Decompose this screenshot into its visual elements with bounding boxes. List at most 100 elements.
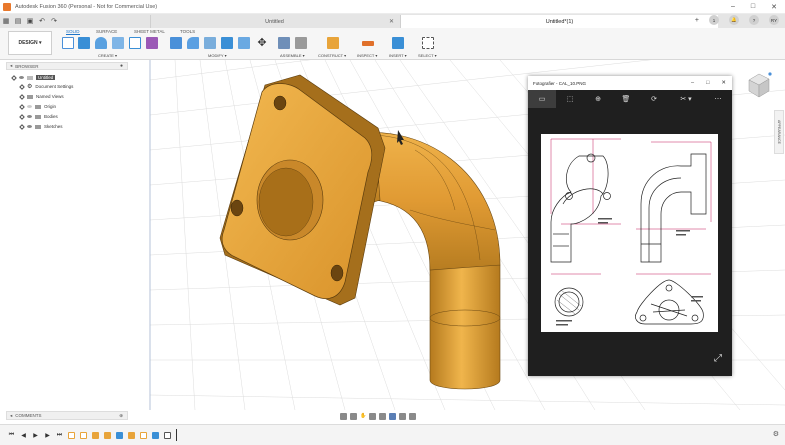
tab-untitled[interactable]: Untitled ✕ bbox=[150, 15, 398, 28]
step-forward-button[interactable]: ▶ bbox=[44, 432, 51, 439]
create-menu[interactable]: CREATE ▾ bbox=[98, 53, 117, 58]
tree-item-named-views[interactable]: Named Views bbox=[19, 92, 64, 101]
tab-untitled-1[interactable]: Untitled*(1) ✕ bbox=[400, 15, 718, 28]
orbit-icon[interactable] bbox=[340, 412, 347, 420]
new-sketch-icon[interactable] bbox=[62, 37, 74, 49]
timeline-sketch-feature[interactable] bbox=[80, 431, 87, 439]
grid-menu-icon[interactable]: ▦ bbox=[0, 15, 12, 27]
insert-menu[interactable]: INSERT ▾ bbox=[389, 53, 407, 58]
look-at-icon[interactable] bbox=[350, 412, 357, 420]
maximize-button[interactable]: □ bbox=[751, 3, 755, 11]
fullscreen-icon[interactable]: ⤢ bbox=[714, 353, 722, 364]
expand-icon[interactable] bbox=[19, 103, 25, 110]
close-button[interactable]: ✕ bbox=[771, 3, 777, 11]
joint-icon[interactable] bbox=[295, 37, 307, 49]
visibility-icon[interactable] bbox=[19, 76, 24, 79]
play-button[interactable]: ▶ bbox=[32, 432, 39, 439]
expand-icon[interactable] bbox=[19, 83, 25, 90]
tab-surface[interactable]: SURFACE bbox=[96, 29, 117, 34]
collapse-icon[interactable]: ◂ bbox=[10, 63, 12, 69]
shell-icon[interactable] bbox=[221, 37, 233, 49]
viewports-icon[interactable] bbox=[409, 412, 417, 420]
photo-close-button[interactable]: ✕ bbox=[721, 80, 726, 86]
insert-image-icon[interactable] bbox=[392, 37, 404, 49]
tree-root-untitled[interactable]: Untitled bbox=[11, 73, 56, 82]
bell-icon[interactable]: 🔔 bbox=[729, 15, 739, 25]
timeline-canvas-feature[interactable] bbox=[152, 431, 159, 439]
visibility-icon[interactable] bbox=[27, 105, 32, 108]
browser-header[interactable]: ◂ BROWSER ● bbox=[6, 62, 128, 70]
timeline-extrude-feature[interactable] bbox=[104, 431, 111, 439]
save-icon[interactable]: ▣ bbox=[24, 15, 36, 27]
file-menu-icon[interactable]: ▤ bbox=[12, 15, 24, 27]
help-button[interactable]: ? bbox=[749, 15, 759, 25]
pan-icon[interactable]: ✋ bbox=[360, 413, 366, 419]
crop-icon[interactable]: ⬚ bbox=[556, 90, 584, 108]
edit-icon[interactable]: ✂ ▾ bbox=[668, 90, 704, 108]
fit-icon[interactable] bbox=[379, 412, 387, 420]
zoom-icon[interactable]: ⊕ bbox=[584, 90, 612, 108]
minimize-button[interactable]: – bbox=[731, 3, 735, 11]
offset-plane-icon[interactable] bbox=[327, 37, 339, 49]
tree-item-document-settings[interactable]: ⚙ Document Settings bbox=[19, 82, 73, 91]
expand-icon[interactable] bbox=[19, 123, 25, 130]
go-to-end-button[interactable]: ⏭ bbox=[56, 432, 63, 439]
grid-snaps-icon[interactable] bbox=[399, 412, 407, 420]
timeline-fillet-feature[interactable] bbox=[128, 431, 135, 439]
chamfer-icon[interactable] bbox=[204, 37, 216, 49]
expand-icon[interactable] bbox=[19, 93, 25, 100]
press-pull-icon[interactable] bbox=[170, 37, 182, 49]
tree-item-bodies[interactable]: Bodies bbox=[19, 112, 58, 121]
new-component-icon[interactable] bbox=[278, 37, 290, 49]
job-status-badge[interactable]: 1 bbox=[709, 15, 719, 25]
add-tab-button[interactable]: + bbox=[695, 17, 699, 24]
assemble-menu[interactable]: ASSEMBLE ▾ bbox=[280, 53, 305, 58]
add-comment-icon[interactable]: ⊕ bbox=[119, 413, 123, 419]
tree-item-sketches[interactable]: Sketches bbox=[19, 122, 63, 131]
inspect-menu[interactable]: INSPECT ▾ bbox=[357, 53, 377, 58]
hole-icon[interactable] bbox=[112, 37, 124, 49]
move-icon[interactable]: ✥ bbox=[256, 37, 268, 49]
measure-icon[interactable] bbox=[362, 41, 374, 46]
timeline-plane-feature[interactable] bbox=[164, 431, 171, 439]
photo-maximize-button[interactable]: □ bbox=[706, 80, 709, 86]
close-tab-icon[interactable]: ✕ bbox=[389, 18, 394, 25]
tree-item-origin[interactable]: Origin bbox=[19, 102, 56, 111]
timeline-sketch-feature[interactable] bbox=[68, 431, 75, 439]
more-icon[interactable]: ⋯ bbox=[704, 90, 732, 108]
comments-panel[interactable]: ◂ COMMENTS ⊕ bbox=[6, 411, 128, 420]
step-back-button[interactable]: ◀ bbox=[20, 432, 27, 439]
go-to-start-button[interactable]: ⏮ bbox=[8, 432, 15, 439]
timeline-sketch-feature[interactable] bbox=[140, 431, 147, 439]
timeline-sweep-feature[interactable] bbox=[116, 431, 123, 439]
photo-viewer-titlebar[interactable]: Fotografier - CAL_10.PNG – □ ✕ bbox=[528, 76, 732, 90]
revolve-icon[interactable] bbox=[95, 37, 107, 49]
select-icon[interactable] bbox=[422, 37, 434, 49]
photo-minimize-button[interactable]: – bbox=[691, 80, 694, 86]
expand-comments-icon[interactable]: ◂ bbox=[10, 413, 12, 419]
undo-icon[interactable]: ↶ bbox=[36, 15, 48, 27]
appearance-panel-tab[interactable]: APPEARANCE bbox=[774, 110, 784, 154]
tab-tools[interactable]: TOOLS bbox=[180, 29, 195, 34]
timeline-extrude-feature[interactable] bbox=[92, 431, 99, 439]
visibility-icon[interactable] bbox=[27, 115, 32, 118]
extrude-icon[interactable] bbox=[78, 37, 90, 49]
create-form-icon[interactable] bbox=[146, 37, 158, 49]
tab-solid[interactable]: SOLID bbox=[66, 29, 80, 35]
display-settings-icon[interactable] bbox=[389, 412, 397, 420]
expand-icon[interactable] bbox=[11, 74, 17, 81]
expand-icon[interactable] bbox=[19, 113, 25, 120]
timeline-settings-icon[interactable]: ⚙ bbox=[773, 430, 779, 438]
user-avatar[interactable]: RY bbox=[769, 15, 779, 25]
pattern-icon[interactable] bbox=[129, 37, 141, 49]
modify-menu[interactable]: MODIFY ▾ bbox=[208, 53, 227, 58]
combine-icon[interactable] bbox=[238, 37, 250, 49]
view-cube[interactable] bbox=[743, 70, 773, 100]
visibility-icon[interactable] bbox=[27, 125, 32, 128]
zoom-icon[interactable] bbox=[369, 412, 377, 420]
tab-sheet-metal[interactable]: SHEET METAL bbox=[134, 29, 165, 34]
workspace-switcher-button[interactable]: DESIGN ▾ bbox=[8, 31, 52, 55]
browser-options-icon[interactable]: ● bbox=[120, 63, 123, 69]
construct-menu[interactable]: CONSTRUCT ▾ bbox=[318, 53, 346, 58]
redo-icon[interactable]: ↷ bbox=[48, 15, 60, 27]
